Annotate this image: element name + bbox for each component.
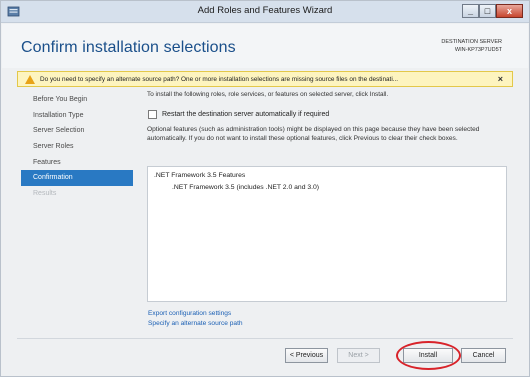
destination-server-name: WIN-KP73P7UD5T [454,47,502,53]
nav-item-installation-type[interactable]: Installation Type [21,108,133,124]
warning-banner[interactable]: Do you need to specify an alternate sour… [17,71,513,87]
list-item: .NET Framework 3.5 (includes .NET 2.0 an… [172,184,320,191]
alternate-source-link[interactable]: Specify an alternate source path [148,320,243,327]
wizard-window: Add Roles and Features Wizard _ □ x Conf… [0,0,530,377]
title-bar: Add Roles and Features Wizard _ □ x [1,1,529,23]
previous-button[interactable]: < Previous [285,348,328,363]
destination-server-label: DESTINATION SERVER [441,39,502,45]
footer-divider [17,338,513,339]
optional-features-note: Optional features (such as administratio… [147,126,480,143]
intro-text: To install the following roles, role ser… [147,91,389,98]
next-button: Next > [337,348,380,363]
nav-item-before-you-begin[interactable]: Before You Begin [21,92,133,108]
nav-item-results: Results [33,190,57,198]
install-highlight-circle [396,341,461,370]
warning-text[interactable]: Do you need to specify an alternate sour… [40,76,490,83]
nav-item-server-roles[interactable]: Server Roles [21,139,133,155]
nav-item-features[interactable]: Features [21,155,133,171]
nav-item-confirmation[interactable]: Confirmation [21,170,133,187]
export-configuration-link[interactable]: Export configuration settings [148,310,231,317]
maximize-button[interactable]: □ [479,4,496,18]
cancel-button[interactable]: Cancel [461,348,506,363]
wizard-nav: Before You Begin Installation Type Serve… [21,92,133,202]
minimize-button[interactable]: _ [462,4,479,18]
nav-item-server-selection[interactable]: Server Selection [21,123,133,139]
list-item: .NET Framework 3.5 Features [154,172,246,179]
restart-checkbox-label[interactable]: Restart the destination server automatic… [162,111,329,118]
restart-checkbox[interactable] [148,110,157,119]
window-title: Add Roles and Features Wizard [197,5,333,16]
wizard-header: Confirm installation selections DESTINAT… [2,24,528,68]
warning-icon [25,75,35,84]
close-button[interactable]: x [496,4,523,18]
page-title: Confirm installation selections [21,39,236,56]
selected-features-list: .NET Framework 3.5 Features .NET Framewo… [147,166,507,302]
warning-close-icon[interactable]: × [498,74,503,84]
